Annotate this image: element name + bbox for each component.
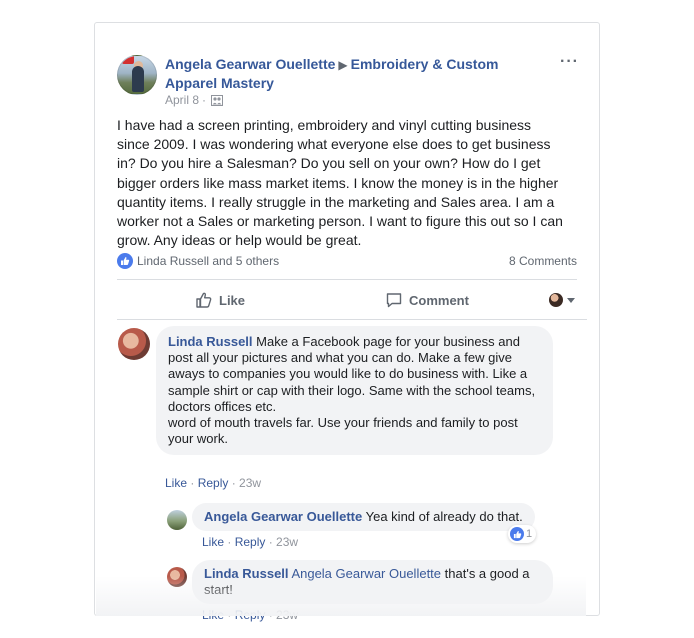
reaction-likers[interactable]: Linda Russell and 5 others [117, 253, 279, 269]
comment-like-link[interactable]: Like [165, 476, 187, 490]
comment-text: Yea kind of already do that. [365, 509, 523, 524]
commenter-name[interactable]: Linda Russell [168, 334, 253, 349]
reactions-text: Linda Russell and 5 others [137, 254, 280, 268]
arrow-right-icon: ▶ [338, 58, 348, 72]
reaction-as-selector[interactable] [549, 293, 575, 307]
like-label: Like [219, 292, 246, 308]
reaction-count: 1 [526, 528, 533, 540]
divider [117, 279, 577, 280]
chevron-down-icon [567, 297, 575, 303]
commenter-avatar[interactable] [118, 328, 150, 360]
comment-bubble: Linda Russell Make a Facebook page for y… [156, 326, 553, 456]
post-date[interactable]: April 8 [165, 93, 199, 107]
comment-reply-link[interactable]: Reply [198, 476, 229, 490]
flag-shape [122, 56, 134, 64]
meta-separator: · [202, 93, 207, 107]
avatar-figure [132, 66, 144, 92]
group-audience-icon [211, 94, 224, 106]
comment-actions: Like · Reply · 23w [165, 476, 262, 490]
comment-actions: Like · Reply · 23w [202, 535, 299, 549]
fade-overlay [96, 576, 586, 616]
comment-text: word of mouth travels far. Use your frie… [168, 415, 518, 447]
comment-label: Comment [409, 292, 469, 308]
comment-bubble: Angela Gearwar Ouellette Yea kind of alr… [192, 503, 535, 532]
post-meta: April 8 · [165, 93, 224, 107]
like-reaction-icon [510, 527, 524, 541]
comment-reply-link[interactable]: Reply [235, 535, 266, 549]
like-button[interactable]: Like [195, 291, 245, 309]
comment-icon [386, 293, 402, 308]
reactions-summary: Linda Russell and 5 others 8 Comments [117, 251, 577, 271]
commenter-name[interactable]: Angela Gearwar Ouellette [204, 509, 362, 524]
post-card: Angela Gearwar Ouellette ▶ Embroidery & Cu… [94, 22, 600, 622]
commenter-avatar[interactable] [167, 510, 187, 530]
like-reaction-icon [117, 253, 133, 269]
comments-count-link[interactable]: 8 Comments [509, 254, 577, 268]
comments-section: Linda Russell Make a Facebook page for y… [96, 320, 600, 622]
thumbs-up-icon [196, 292, 212, 308]
profile-mini-avatar [549, 293, 563, 307]
post-header: Angela Gearwar Ouellette ▶ Embroidery & Cu… [165, 55, 535, 92]
comment-reaction-count[interactable]: 1 [508, 525, 537, 543]
author-avatar[interactable] [117, 55, 157, 95]
comment-like-link[interactable]: Like [202, 535, 224, 549]
post-actions: Like Comment [117, 285, 577, 315]
post-body: I have had a screen printing, embroidery… [117, 117, 563, 249]
more-options-icon[interactable]: ··· [560, 53, 579, 71]
comment-button[interactable]: Comment [385, 291, 469, 309]
comment-time[interactable]: 23w [276, 535, 298, 549]
author-name-link[interactable]: Angela Gearwar Ouellette [165, 56, 335, 72]
comment-time[interactable]: 23w [239, 476, 261, 490]
